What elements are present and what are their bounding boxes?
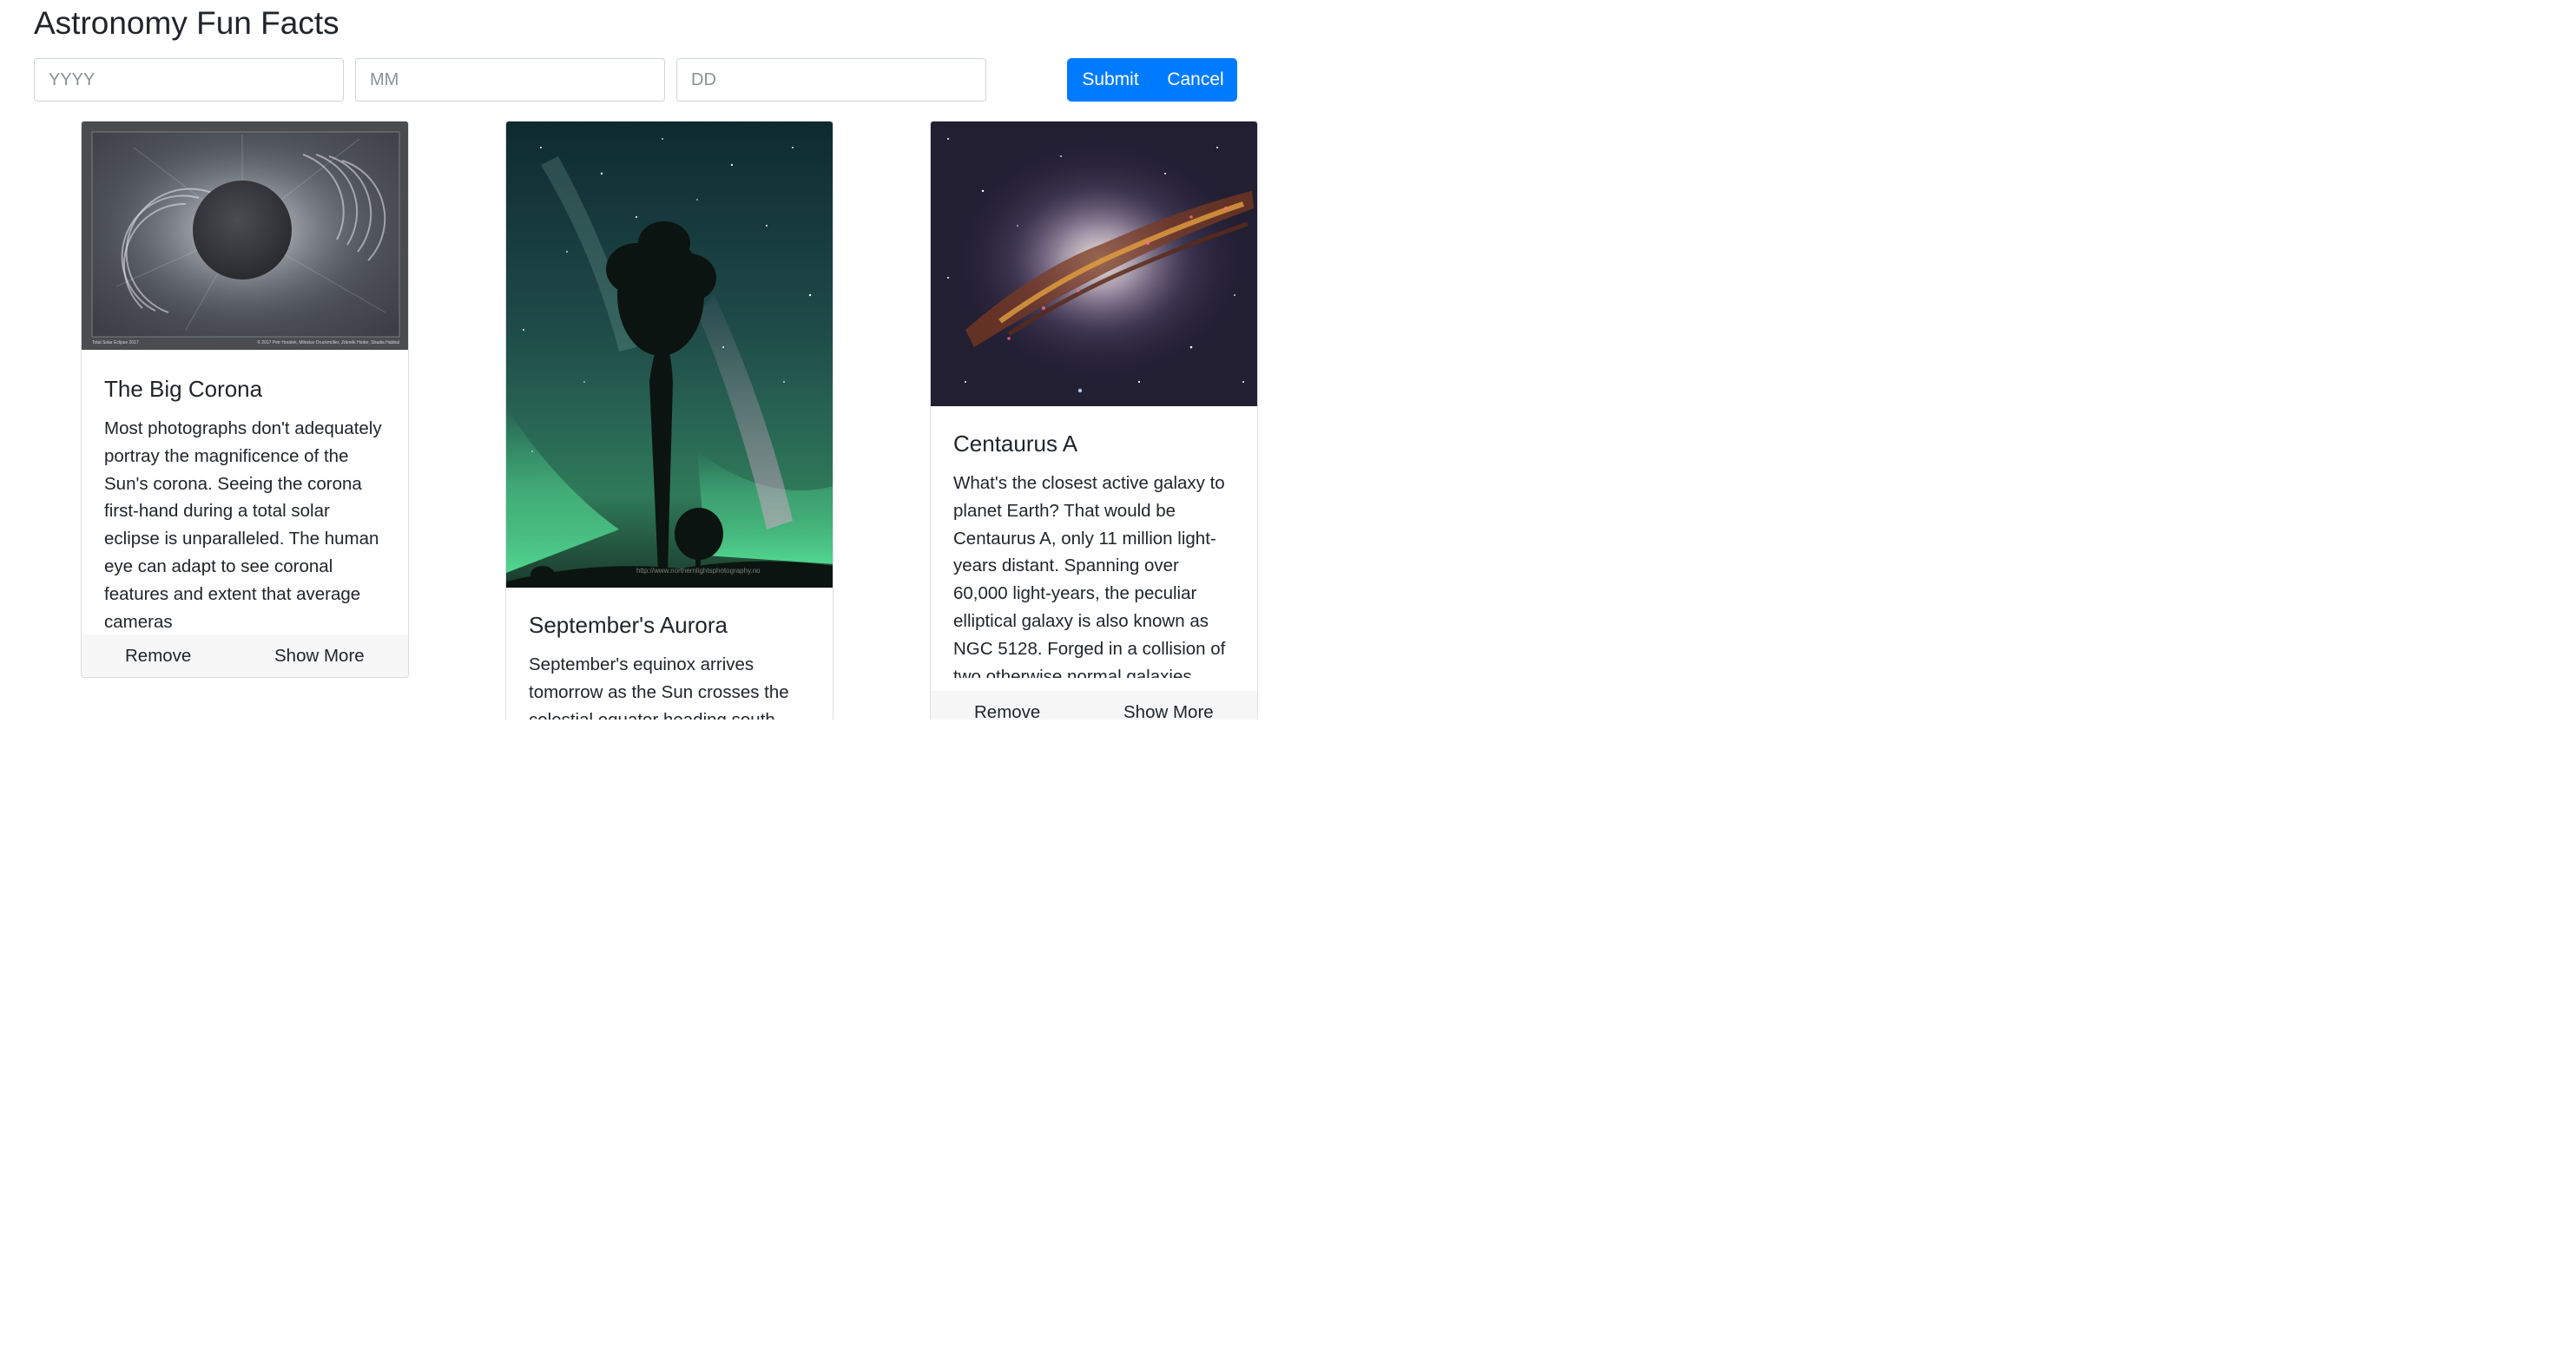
card-title: The Big Corona bbox=[104, 376, 263, 402]
card-body: The Big Corona Most photographs don't ad… bbox=[82, 375, 408, 635]
card-text: Most photographs don't adequately portra… bbox=[104, 418, 382, 632]
card-body: September's Aurora September's equinox a… bbox=[506, 611, 833, 720]
form-button-group: Submit Cancel bbox=[1067, 58, 1237, 102]
card-text: September's equinox arrives tomorrow as … bbox=[529, 654, 789, 720]
card-footer: Remove Show More bbox=[931, 691, 1257, 720]
show-more-button[interactable]: Show More bbox=[274, 646, 365, 667]
submit-button[interactable]: Submit bbox=[1067, 58, 1154, 102]
aurora-tree-image: http://www.northernlightsphotography.no bbox=[506, 122, 833, 588]
page: Astronomy Fun Facts Submit Cancel bbox=[0, 0, 1361, 720]
remove-button[interactable]: Remove bbox=[125, 646, 191, 667]
image-caption-right: © 2017 Petr Horálek, Miloslav Druckmülle… bbox=[257, 339, 399, 345]
image-watermark: http://www.northernlightsphotography.no bbox=[636, 567, 761, 575]
card-body: Centaurus A What's the closest active ga… bbox=[931, 430, 1257, 678]
card-title: September's Aurora bbox=[529, 612, 728, 638]
card-footer: Remove Show More bbox=[82, 634, 408, 677]
card-title: Centaurus A bbox=[953, 431, 1078, 457]
page-title: Astronomy Fun Facts bbox=[34, 5, 339, 41]
day-input[interactable] bbox=[676, 58, 986, 102]
solar-eclipse-image: Total Solar Eclipse 2017 © 2017 Petr Hor… bbox=[82, 122, 408, 350]
card-text: What's the closest active galaxy to plan… bbox=[953, 473, 1226, 678]
year-input[interactable] bbox=[34, 58, 344, 102]
fact-card-september-aurora: http://www.northernlightsphotography.no … bbox=[505, 121, 833, 720]
fact-card-big-corona: Total Solar Eclipse 2017 © 2017 Petr Hor… bbox=[81, 121, 409, 678]
month-input[interactable] bbox=[355, 58, 665, 102]
cancel-button[interactable]: Cancel bbox=[1154, 58, 1237, 102]
remove-button[interactable]: Remove bbox=[974, 702, 1040, 720]
galaxy-image bbox=[931, 122, 1257, 406]
fact-card-centaurus-a: Centaurus A What's the closest active ga… bbox=[930, 121, 1258, 720]
show-more-button[interactable]: Show More bbox=[1123, 702, 1214, 720]
image-caption-left: Total Solar Eclipse 2017 bbox=[92, 340, 139, 345]
